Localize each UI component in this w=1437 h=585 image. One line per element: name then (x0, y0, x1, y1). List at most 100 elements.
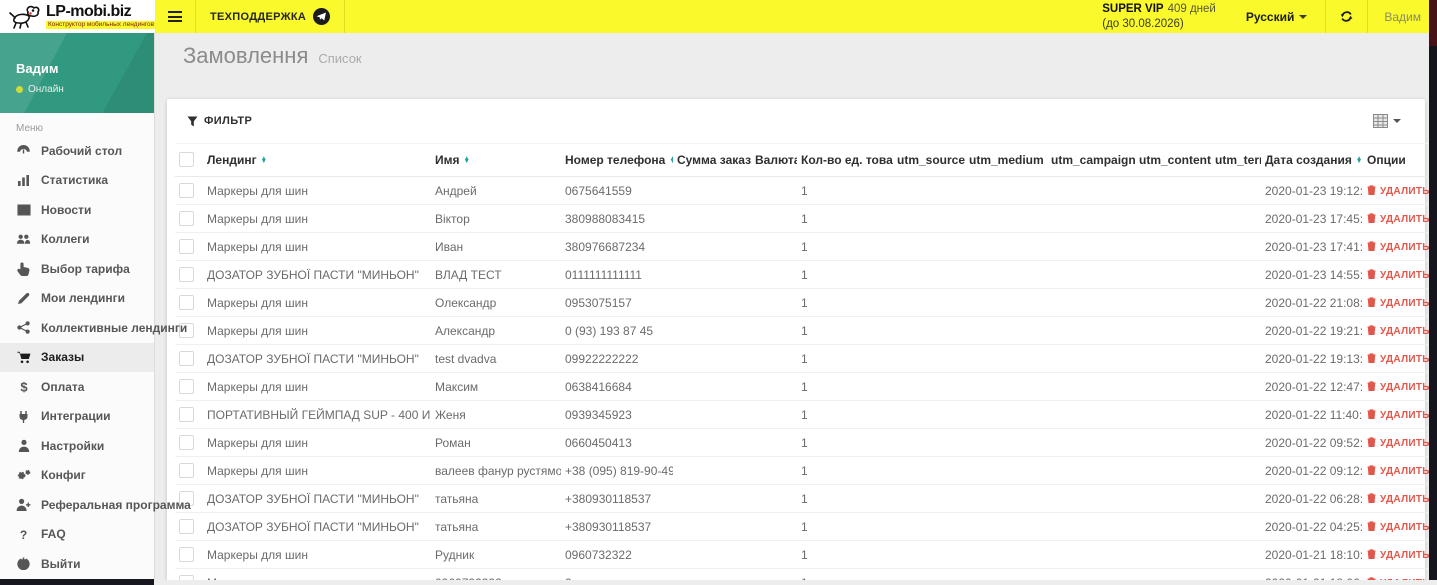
scrollbar-thumb[interactable] (1429, 0, 1437, 46)
delete-button[interactable]: УДАЛИТЬ (1367, 240, 1429, 254)
delete-button[interactable]: УДАЛИТЬ (1367, 576, 1429, 580)
sidebar-item-news[interactable]: Новости (0, 195, 154, 225)
support-button[interactable]: ТЕХПОДДЕРЖКА (196, 0, 344, 33)
topbar: LP-mobi.biz Конструктор мобильных лендин… (0, 0, 1437, 33)
cell-currency (751, 232, 797, 261)
cell-utm_source (893, 568, 965, 580)
telegram-icon (313, 8, 331, 25)
delete-button[interactable]: УДАЛИТЬ (1367, 296, 1429, 310)
cell-landing: Маркеры для шин (203, 288, 431, 317)
chevron-down-icon (1393, 119, 1401, 123)
cell-name: Максим (431, 372, 561, 401)
sidebar-item-payment[interactable]: $ Оплата (0, 372, 154, 402)
plan-until: (до 30.08.2026) (1102, 17, 1184, 30)
cell-qty: 1 (797, 540, 893, 569)
delete-button[interactable]: УДАЛИТЬ (1367, 548, 1429, 562)
delete-button[interactable]: УДАЛИТЬ (1367, 268, 1429, 282)
sort-icon[interactable]: ▲▼ (669, 155, 673, 164)
cell-qty: 1 (797, 344, 893, 373)
cell-utm_source (893, 372, 965, 401)
cell-utm_medium (965, 204, 1047, 233)
trash-icon (1367, 324, 1376, 338)
cell-utm_content (1135, 316, 1211, 345)
delete-button[interactable]: УДАЛИТЬ (1367, 520, 1429, 534)
cell-phone: 2 (561, 568, 673, 580)
delete-button[interactable]: УДАЛИТЬ (1367, 380, 1429, 394)
cell-utm_term (1211, 232, 1261, 261)
row-checkbox[interactable] (179, 351, 194, 366)
delete-button[interactable]: УДАЛИТЬ (1367, 184, 1429, 198)
column-header-landing[interactable]: Лендинг ▲ ▼ (203, 143, 431, 177)
cell-utm_content (1135, 568, 1211, 580)
column-header-name[interactable]: Имя ▲ ▼ (431, 143, 561, 177)
cell-utm_medium (965, 428, 1047, 457)
column-header-phone[interactable]: Номер телефона▲▼ (561, 143, 673, 177)
sidebar-item-label: Мои лендинги (41, 291, 126, 306)
row-checkbox[interactable] (179, 267, 194, 282)
table-row: Маркеры для шин Александр 0 (93) 193 87 45… (175, 316, 1429, 345)
delete-button[interactable]: УДАЛИТЬ (1367, 464, 1429, 478)
cell-name: татьяна (431, 512, 561, 541)
row-checkbox[interactable] (179, 519, 194, 534)
sidebar-item-faq[interactable]: ? FAQ (0, 520, 154, 550)
sidebar-item-settings[interactable]: Настройки (0, 431, 154, 461)
sort-icon[interactable]: ▲▼ (464, 155, 470, 164)
sidebar-item-tariff[interactable]: Выбор тарифа (0, 254, 154, 284)
column-header-created[interactable]: Дата создания ▲ ▼ (1261, 143, 1363, 177)
cell-utm_source (893, 260, 965, 289)
row-checkbox[interactable] (179, 239, 194, 254)
cell-utm_content (1135, 372, 1211, 401)
cell-utm_campaign (1047, 372, 1135, 401)
delete-button[interactable]: УДАЛИТЬ (1367, 212, 1429, 226)
sidebar-item-integrations[interactable]: Интеграции (0, 402, 154, 432)
row-checkbox[interactable] (179, 435, 194, 450)
sidebar-item-dashboard[interactable]: Рабочий стол (0, 136, 154, 166)
cell-utm_term (1211, 540, 1261, 569)
row-checkbox[interactable] (179, 407, 194, 422)
row-checkbox[interactable] (179, 575, 194, 580)
logout-icon (16, 557, 31, 571)
delete-button[interactable]: УДАЛИТЬ (1367, 436, 1429, 450)
row-checkbox[interactable] (179, 183, 194, 198)
column-header-utm_content: utm_content (1135, 143, 1211, 177)
sidebar-item-colleagues[interactable]: Коллеги (0, 225, 154, 255)
delete-button[interactable]: УДАЛИТЬ (1367, 352, 1429, 366)
language-dropdown[interactable]: Русский (1228, 0, 1326, 33)
row-checkbox[interactable] (179, 547, 194, 562)
plan-days: 409 дней (1167, 3, 1216, 16)
column-header-utm_medium: utm_medium (965, 143, 1047, 177)
sidebar-item-my-landings[interactable]: Мои лендинги (0, 284, 154, 314)
sidebar-item-referral[interactable]: Реферальная программа (0, 490, 191, 520)
delete-button[interactable]: УДАЛИТЬ (1367, 408, 1429, 422)
sort-icon[interactable]: ▲▼ (261, 155, 267, 164)
topbar-username[interactable]: Вадим (1368, 0, 1437, 33)
cell-qty: 1 (797, 512, 893, 541)
select-all-checkbox[interactable] (179, 152, 194, 167)
refresh-icon (1340, 11, 1353, 22)
row-checkbox[interactable] (179, 211, 194, 226)
cell-utm_term (1211, 204, 1261, 233)
sidebar-item-config[interactable]: Конфиг (0, 461, 154, 491)
column-visibility-button[interactable] (1369, 110, 1405, 132)
page-scrollbar[interactable] (1429, 0, 1437, 580)
filter-button[interactable]: ФИЛЬТР (187, 115, 252, 127)
sidebar-item-logout[interactable]: Выйти (0, 549, 154, 579)
table-row: Маркеры для шин Роман 0660450413 1 2020-01-2… (175, 428, 1429, 457)
logo[interactable]: LP-mobi.biz Конструктор мобильных лендин… (0, 0, 157, 33)
cell-utm_campaign (1047, 316, 1135, 345)
row-checkbox[interactable] (179, 463, 194, 478)
row-checkbox[interactable] (179, 379, 194, 394)
sidebar-item-orders-cart[interactable]: Заказы (0, 342, 154, 372)
sidebar-item-statistics[interactable]: Статистика (0, 166, 154, 196)
delete-button[interactable]: УДАЛИТЬ (1367, 324, 1429, 338)
refresh-button[interactable] (1326, 0, 1367, 33)
row-checkbox[interactable] (179, 295, 194, 310)
menu-toggle-button[interactable] (155, 0, 195, 33)
sidebar-item-share[interactable]: Коллективные лендинги (0, 313, 187, 343)
cell-utm_term (1211, 484, 1261, 513)
delete-button[interactable]: УДАЛИТЬ (1367, 492, 1429, 506)
trash-icon (1367, 408, 1376, 422)
sort-icon[interactable]: ▲▼ (1356, 155, 1362, 164)
cell-utm_term (1211, 176, 1261, 205)
cell-landing: Маркеры для шин (203, 568, 431, 580)
